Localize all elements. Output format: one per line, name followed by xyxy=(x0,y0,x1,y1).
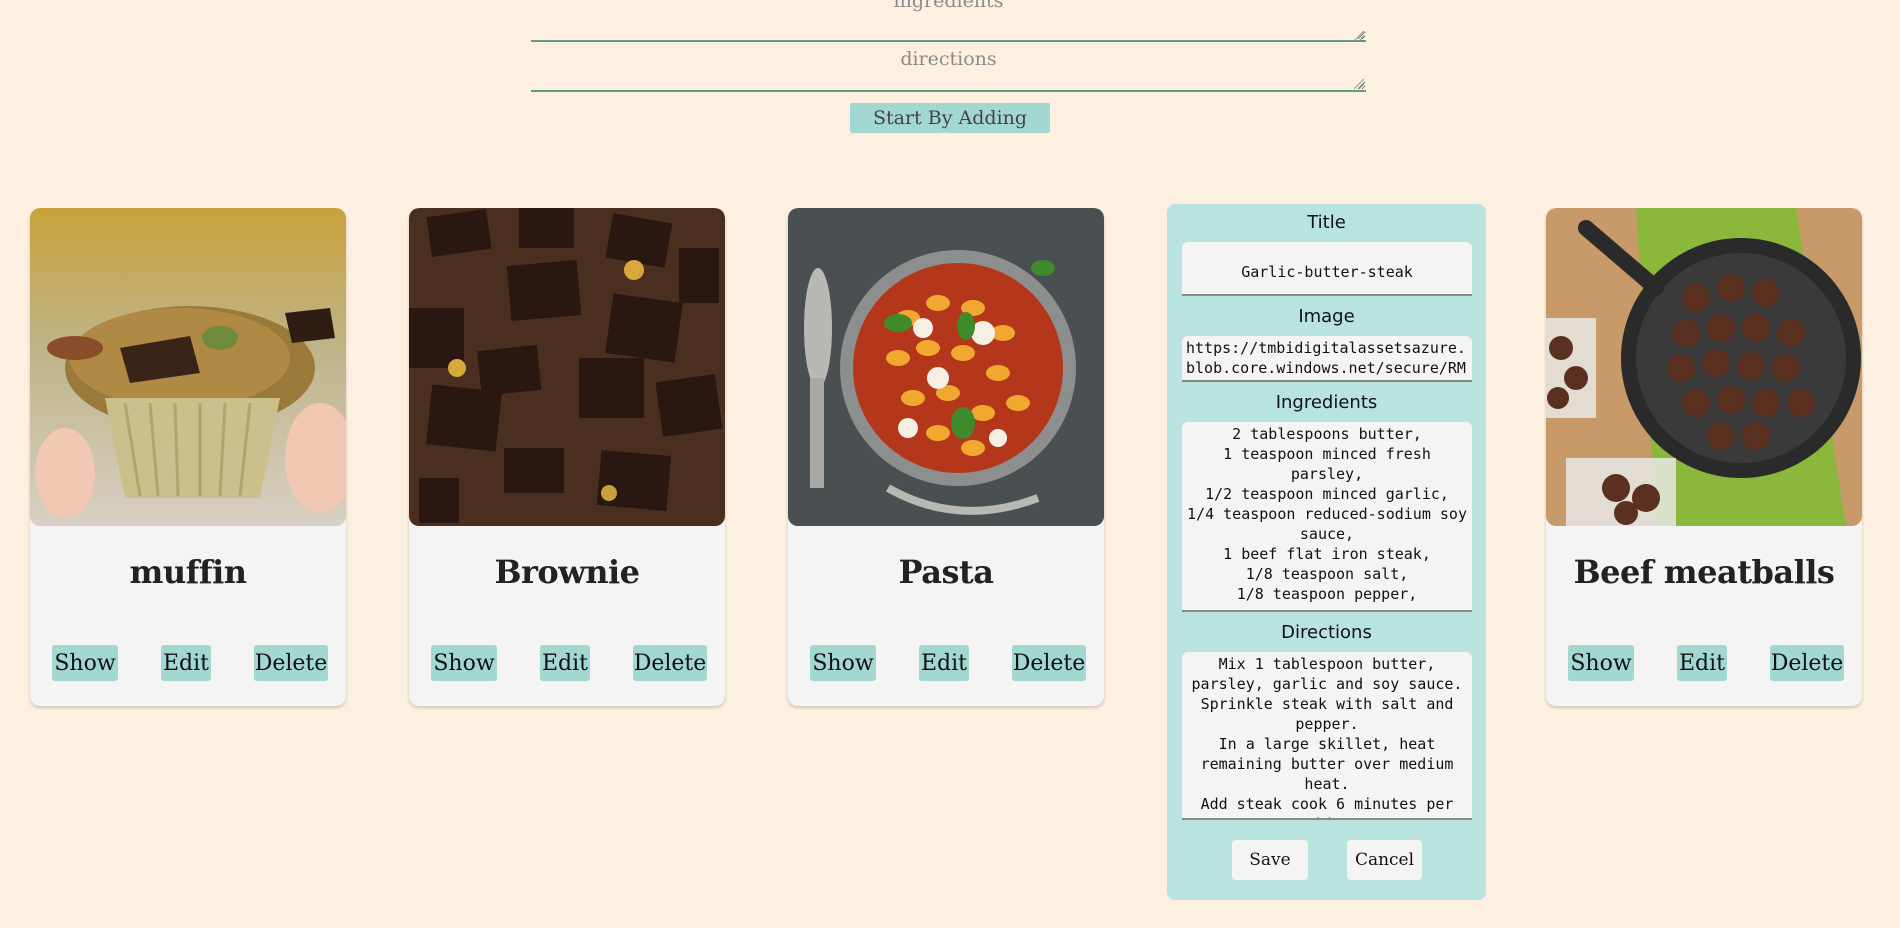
add-recipe-form: Start By Adding xyxy=(0,0,1900,140)
ingredients-textarea[interactable]: 2 tablespoons butter, 1 teaspoon minced … xyxy=(1182,422,1472,612)
recipe-title: Beef meatballs xyxy=(1573,553,1835,591)
recipe-card: Beef meatballs Show Edit Delete xyxy=(1546,208,1862,706)
recipe-title: Brownie xyxy=(494,553,640,591)
delete-button[interactable]: Delete xyxy=(1012,645,1086,681)
edit-button[interactable]: Edit xyxy=(540,645,590,681)
show-button[interactable]: Show xyxy=(1568,645,1634,681)
recipe-image xyxy=(409,208,725,526)
image-label: Image xyxy=(1298,306,1355,327)
cancel-button[interactable]: Cancel xyxy=(1347,840,1422,880)
delete-button[interactable]: Delete xyxy=(633,645,707,681)
image-input[interactable]: https://tmbidigitalassetsazure.blob.core… xyxy=(1182,336,1472,382)
edit-button[interactable]: Edit xyxy=(919,645,969,681)
ingredients-input[interactable] xyxy=(531,0,1366,42)
show-button[interactable]: Show xyxy=(810,645,876,681)
delete-button[interactable]: Delete xyxy=(1770,645,1844,681)
recipe-image xyxy=(30,208,346,526)
recipe-card: Pasta Show Edit Delete xyxy=(788,208,1104,706)
show-button[interactable]: Show xyxy=(52,645,118,681)
ingredients-label: Ingredients xyxy=(1275,392,1378,413)
recipe-title: Pasta xyxy=(898,553,994,591)
title-input[interactable]: Garlic-butter-steak xyxy=(1182,242,1472,296)
save-button[interactable]: Save xyxy=(1232,840,1308,880)
directions-textarea[interactable]: Mix 1 tablespoon butter, parsley, garlic… xyxy=(1182,652,1472,820)
recipe-image xyxy=(1546,208,1862,526)
show-button[interactable]: Show xyxy=(431,645,497,681)
recipe-title: muffin xyxy=(129,553,247,591)
directions-label: Directions xyxy=(1281,622,1372,643)
resize-grip-icon[interactable] xyxy=(1354,79,1364,89)
recipe-card: Brownie Show Edit Delete xyxy=(409,208,725,706)
recipe-card: muffin Show Edit Delete xyxy=(30,208,346,706)
directions-input[interactable] xyxy=(531,48,1366,92)
edit-button[interactable]: Edit xyxy=(161,645,211,681)
edit-button[interactable]: Edit xyxy=(1677,645,1727,681)
delete-button[interactable]: Delete xyxy=(254,645,328,681)
resize-grip-icon[interactable] xyxy=(1354,31,1364,41)
title-label: Title xyxy=(1307,212,1346,233)
start-by-adding-button[interactable]: Start By Adding xyxy=(850,103,1050,133)
recipe-image xyxy=(788,208,1104,526)
edit-recipe-form: Title Garlic-butter-steak Image https://… xyxy=(1167,204,1486,900)
